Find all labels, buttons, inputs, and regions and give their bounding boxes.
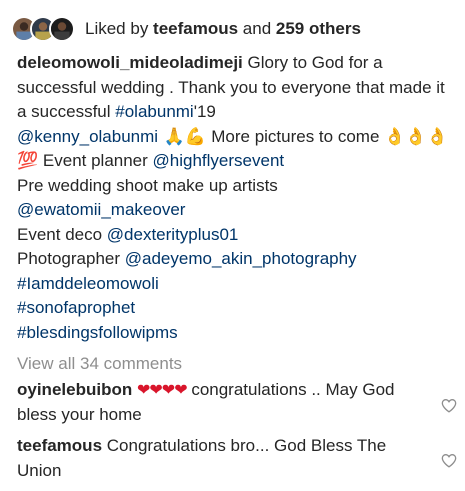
hashtag-link[interactable]: #Iamddeleomowoli [17,274,159,293]
emoji: 🙏💪 [158,126,212,147]
red-heart-emoji: ❤❤❤❤ [136,380,188,399]
likes-others-count[interactable]: 259 others [276,19,361,38]
mention-link[interactable]: @highflyersevent [153,151,285,170]
caption-text: More pictures to come [211,126,385,146]
heart-outline-icon[interactable] [441,396,457,413]
hashtag-link[interactable]: #olabunmi [115,102,193,121]
caption-text: Event deco [17,224,107,244]
mention-link[interactable]: @adeyemo_akin_photography [125,249,357,268]
likes-summary: Liked by teefamous and 259 others [85,17,361,42]
comment-username[interactable]: oyinelebuibon [17,380,132,399]
post-caption: deleomowoli_mideoladimeji Glory to God f… [17,51,457,345]
comment-username[interactable]: teefamous [17,436,102,455]
avatar [49,16,75,42]
caption-text: Pre wedding shoot make up artists [17,175,278,195]
view-all-comments-link[interactable]: View all 34 comments [17,352,182,377]
likes-middle: and [238,18,276,38]
mention-link[interactable]: @dexterityplus01 [107,225,239,244]
liker-username[interactable]: teefamous [153,19,238,38]
hashtag-link[interactable]: #sonofaprophet [17,298,135,317]
caption-username[interactable]: deleomowoli_mideoladimeji [17,53,243,72]
hashtag-link[interactable]: #blesdingsfollowipms [17,323,178,342]
caption-text: Event planner [38,151,153,170]
mention-link[interactable]: @ewatomii_makeover [17,200,185,219]
caption-text: '19 [193,102,216,121]
liker-avatars[interactable] [11,16,75,42]
likes-prefix: Liked by [85,18,154,38]
heart-outline-icon[interactable] [441,451,457,468]
likes-row[interactable]: Liked by teefamous and 259 others [11,14,361,44]
comment: oyinelebuibon ❤❤❤❤ congratulations .. Ma… [17,377,422,427]
caption-text: Photographer [17,249,125,268]
mention-link[interactable]: @kenny_olabunmi [17,127,158,146]
comment: teefamous Congratulations bro... God Ble… [17,433,422,483]
